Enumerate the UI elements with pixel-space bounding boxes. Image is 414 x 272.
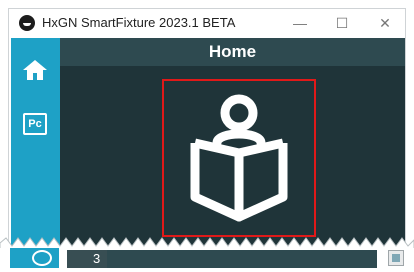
pc-button[interactable]: Pc bbox=[19, 108, 51, 140]
window-title: HxGN SmartFixture 2023.1 BETA bbox=[42, 15, 236, 30]
selected-tile[interactable] bbox=[162, 79, 316, 237]
scroll-button[interactable] bbox=[388, 250, 404, 266]
close-button[interactable]: ✕ bbox=[364, 9, 405, 37]
bottom-sidebar bbox=[10, 248, 59, 268]
sidebar: Pc bbox=[11, 38, 60, 251]
home-icon bbox=[23, 60, 47, 80]
maximize-button[interactable]: ☐ bbox=[321, 9, 363, 37]
app-logo-icon bbox=[19, 15, 35, 31]
main-content: Home bbox=[60, 38, 405, 251]
title-bar: HxGN SmartFixture 2023.1 BETA — ☐ ✕ bbox=[9, 9, 405, 37]
reader-book-icon bbox=[190, 94, 288, 222]
minimize-button[interactable]: — bbox=[279, 9, 321, 37]
page-header: Home bbox=[60, 38, 405, 66]
page-title: Home bbox=[208, 42, 257, 61]
home-button[interactable] bbox=[19, 54, 51, 86]
pc-label: Pc bbox=[28, 117, 42, 130]
power-icon[interactable] bbox=[32, 250, 52, 266]
pc-icon: Pc bbox=[23, 113, 47, 135]
page-number: 3 bbox=[93, 251, 101, 266]
page-box: 3 bbox=[67, 250, 107, 268]
bottom-field: 3 bbox=[67, 250, 377, 268]
app-window: HxGN SmartFixture 2023.1 BETA — ☐ ✕ Pc H… bbox=[8, 8, 406, 260]
bottom-bar: 3 bbox=[0, 248, 414, 272]
